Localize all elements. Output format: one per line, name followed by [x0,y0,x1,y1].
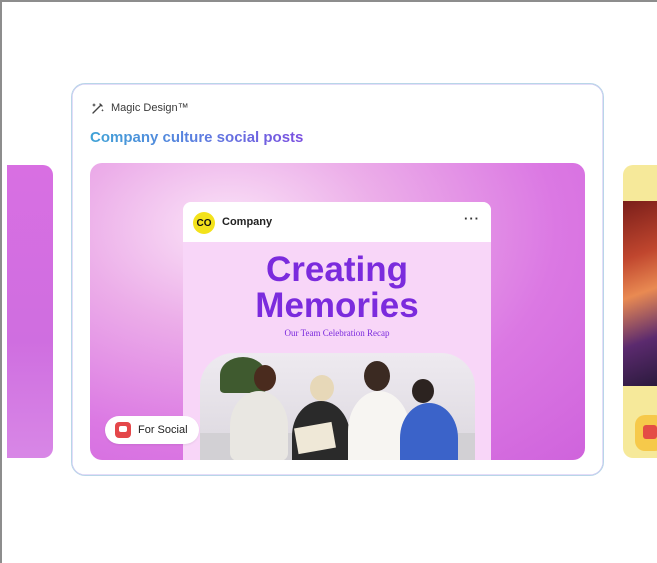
badge-label: For Social [138,424,188,436]
next-card-photo [623,201,657,386]
heart-speech-icon [115,422,131,438]
company-avatar: CO [193,212,215,234]
social-post-mockup: CO Company ··· Creating Memories Our Tea… [183,202,491,460]
window-border-left [0,0,2,563]
carousel-card-previous[interactable] [7,165,53,458]
person-3-head [364,361,390,391]
person-2-head [310,375,334,401]
magic-wand-icon [91,101,105,115]
card-header: Magic Design™ [91,101,189,115]
post-subline: Our Team Celebration Recap [284,328,390,338]
window-border-top [0,0,657,2]
more-horizontal-icon: ··· [464,211,480,226]
team-photo [200,353,475,460]
magic-design-card[interactable]: Magic Design™ Company culture social pos… [71,83,604,476]
heart-speech-icon [643,425,657,439]
post-headline-line1: Creating [266,250,408,289]
post-headline-line2: Memories [255,286,419,325]
for-social-badge: For Social [105,416,199,444]
design-preview[interactable]: CO Company ··· Creating Memories Our Tea… [90,163,585,460]
company-name: Company [222,216,273,228]
person-4-body [400,403,458,460]
post-header: CO Company ··· [183,202,491,242]
next-card-badge [635,415,657,451]
magic-design-label: Magic Design™ [111,102,189,114]
card-title[interactable]: Company culture social posts [90,129,303,146]
person-4-head [412,379,434,403]
person-1-body [230,391,288,460]
person-1-head [254,365,276,391]
carousel-card-next[interactable] [623,165,657,458]
